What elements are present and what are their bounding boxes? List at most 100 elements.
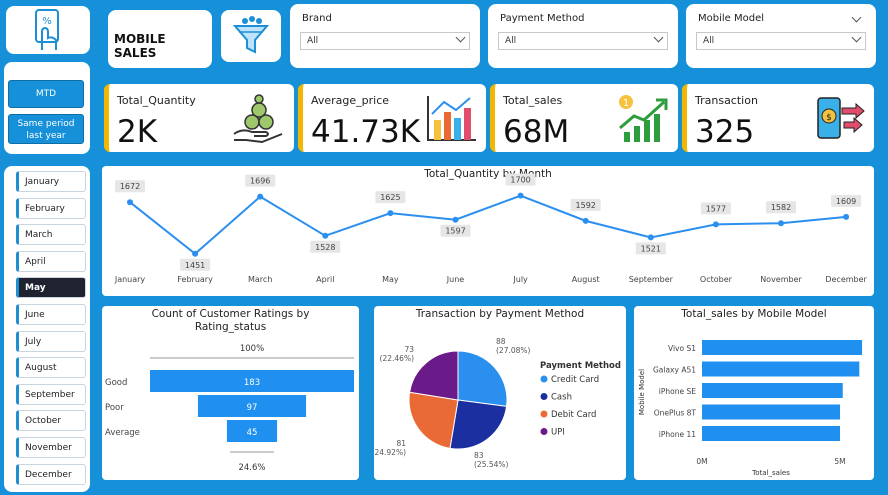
x-tick-label: June [446, 275, 465, 284]
category-label: Average [105, 428, 140, 438]
data-label: 1672 [120, 182, 140, 191]
title-card: MOBILE SALES [108, 10, 212, 68]
kpi-value: 2K [117, 114, 158, 150]
svg-text:%: % [42, 16, 52, 27]
month-item-february[interactable]: February [16, 197, 86, 219]
pie-slice [409, 350, 459, 401]
slice-percent-label: (24.92%) [374, 448, 406, 457]
x-tick-label: 0M [696, 457, 707, 466]
bar-value-label: 45 [247, 428, 258, 438]
month-item-november[interactable]: November [16, 437, 86, 458]
category-label: Poor [105, 403, 124, 413]
mtd-button[interactable]: MTD [8, 80, 84, 108]
pie-slice [449, 399, 508, 450]
legend-title: Payment Method [540, 361, 621, 371]
data-point [517, 192, 524, 199]
badge-text: 1 [623, 98, 629, 109]
model-slicer-title: Mobile Model [698, 13, 765, 24]
x-tick-label: April [316, 275, 334, 284]
data-label: 1451 [185, 261, 205, 270]
pie-slice [457, 350, 508, 407]
slice-percent-label: (22.46%) [380, 354, 415, 363]
slice-percent-label: (27.08%) [496, 346, 531, 355]
filter-card[interactable] [221, 10, 281, 62]
data-point [712, 221, 719, 228]
legend-label: UPI [551, 428, 565, 438]
x-tick-label: November [760, 275, 802, 284]
category-label: Good [105, 378, 127, 388]
bar-value-label: 183 [244, 378, 260, 388]
month-item-october[interactable]: October [16, 410, 86, 432]
slice-value-label: 88 [496, 337, 506, 346]
month-item-january[interactable]: January [16, 171, 86, 192]
slice-percent-label: (25.54%) [474, 460, 509, 469]
model-bar [702, 426, 840, 441]
legend-label: Credit Card [551, 375, 599, 385]
filter-funnel-icon[interactable] [221, 10, 281, 62]
payment-slicer[interactable]: Payment Method All [488, 4, 678, 68]
month-item-june[interactable]: June [16, 304, 86, 325]
data-point [452, 216, 459, 223]
payment-slicer-title: Payment Method [500, 13, 585, 24]
month-item-august[interactable]: August [16, 357, 86, 379]
period-buttons-card: MTD Same period last year [4, 62, 90, 154]
model-slicer[interactable]: Mobile Model All [686, 4, 876, 68]
bar-chart-icon [427, 96, 476, 141]
x-tick-label: October [700, 275, 733, 284]
kpi-label: Total_Quantity [117, 94, 196, 107]
same-period-last-year-button[interactable]: Same period last year [8, 114, 84, 144]
data-point [778, 220, 784, 227]
page-title: MOBILE SALES [114, 32, 166, 60]
kpi-label: Total_sales [503, 94, 563, 107]
phone-percent-icon: % [35, 9, 59, 50]
brand-slicer[interactable]: Brand All [290, 4, 480, 68]
brand-dropdown[interactable]: All [300, 32, 470, 50]
legend-swatch [540, 410, 548, 418]
kpi-average-price: Average_price 41.73K [298, 84, 486, 152]
data-label: 1609 [836, 197, 856, 206]
category-label: iPhone SE [659, 387, 696, 396]
month-item-march[interactable]: March [16, 224, 86, 246]
bottom-percent-label: 24.6% [238, 463, 265, 473]
payment-value: All [505, 36, 517, 46]
data-label: 1625 [380, 193, 400, 202]
legend-label: Cash [551, 393, 572, 403]
chevron-down-icon[interactable] [851, 12, 862, 23]
data-point [387, 210, 394, 217]
category-label: iPhone 11 [659, 430, 696, 439]
model-bar [702, 361, 860, 377]
chevron-down-icon [455, 32, 466, 43]
x-tick-label: July [512, 275, 528, 284]
category-label: Galaxy A51 [653, 366, 696, 375]
chevron-down-icon [851, 32, 862, 43]
data-label: 1582 [771, 203, 791, 212]
month-item-december[interactable]: December [16, 463, 86, 485]
y-axis-label: Mobile Model [638, 369, 646, 415]
month-item-april[interactable]: April [16, 250, 86, 272]
model-bar [702, 340, 863, 355]
payment-dropdown[interactable]: All [498, 32, 668, 50]
month-item-july[interactable]: July [16, 330, 86, 352]
data-point [257, 193, 264, 200]
growth-arrow-icon: 1 [619, 95, 668, 142]
model-dropdown[interactable]: All [696, 32, 866, 50]
data-point [647, 234, 654, 241]
slice-value-label: 81 [396, 439, 406, 448]
payment-method-chart: Transaction by Payment Method 88 (27.08%)… [374, 306, 626, 480]
svg-text:$: $ [826, 113, 832, 123]
pie-slice [408, 391, 459, 449]
data-label: 1696 [250, 177, 270, 186]
legend-swatch [540, 393, 548, 400]
legend-label: Debit Card [551, 410, 596, 420]
data-label: 1700 [510, 176, 530, 185]
top-percent-label: 100% [240, 344, 264, 354]
data-label: 1592 [576, 201, 596, 210]
quantity-by-month-chart: Total_Quantity by Month 1672 January 1451 F… [102, 166, 874, 296]
data-point [127, 199, 133, 206]
model-bar [702, 383, 843, 398]
brand-slicer-title: Brand [302, 13, 332, 24]
kpi-label: Transaction [695, 94, 758, 107]
month-item-may[interactable]: May [16, 277, 86, 299]
month-item-september[interactable]: September [16, 383, 86, 405]
funnel-chart-svg: 100% 183 Good 97 Poor 45 Average 24.6% [105, 344, 354, 473]
